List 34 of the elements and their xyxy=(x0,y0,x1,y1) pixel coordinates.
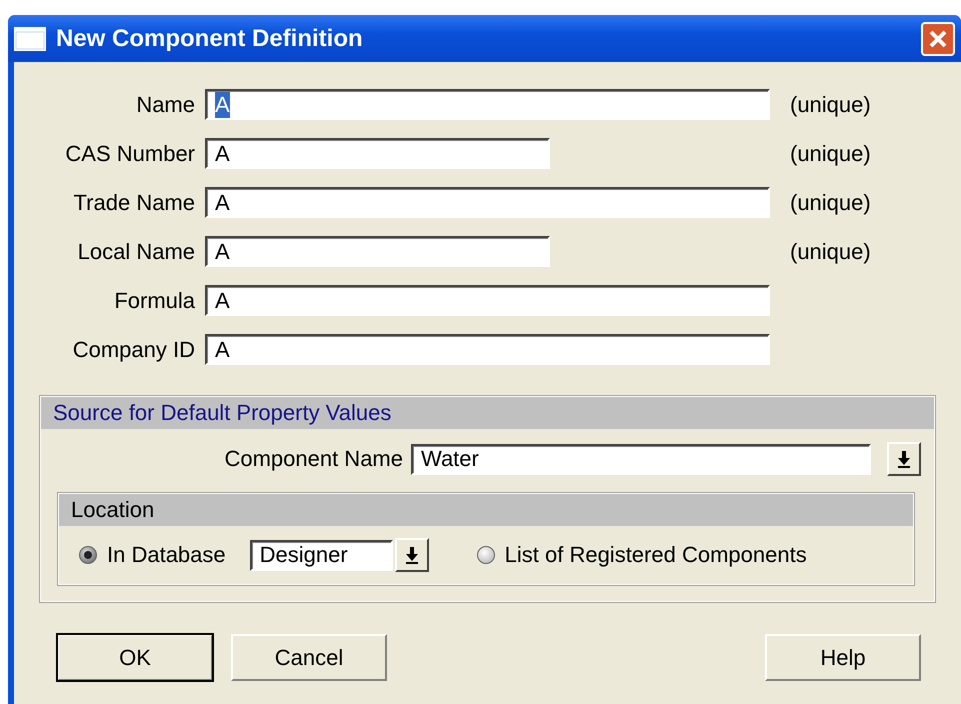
window-title: New Component Definition xyxy=(56,24,364,52)
close-icon xyxy=(929,30,947,48)
unique-note: (unique) xyxy=(790,190,871,216)
down-arrow-icon xyxy=(404,546,419,564)
field-label: Name xyxy=(135,92,195,118)
radio-option[interactable]: In Database xyxy=(79,542,226,568)
dropdown-button[interactable] xyxy=(394,538,429,572)
field-label: Local Name xyxy=(76,238,195,264)
field-label: CAS Number xyxy=(64,140,195,166)
dialog-button[interactable]: Cancel xyxy=(231,634,387,681)
component-name-field[interactable]: Water xyxy=(411,444,871,474)
text-field[interactable]: A xyxy=(205,236,550,267)
text-field[interactable]: A xyxy=(205,187,770,218)
database-field[interactable]: Designer xyxy=(250,540,393,570)
radio-option[interactable]: List of Registered Components xyxy=(476,542,807,568)
unique-note: (unique) xyxy=(790,92,871,118)
field-label: Component Name xyxy=(223,446,403,472)
group-header: Location xyxy=(59,494,913,526)
text-field[interactable]: A xyxy=(205,138,550,169)
text-field[interactable]: A xyxy=(205,285,770,316)
field-label: Formula xyxy=(113,288,195,314)
field-label: Company ID xyxy=(72,336,195,362)
close-button[interactable] xyxy=(921,22,955,56)
dropdown-button[interactable] xyxy=(887,442,921,476)
text-field[interactable]: A xyxy=(205,334,770,365)
unique-note: (unique) xyxy=(790,140,871,166)
window-icon xyxy=(14,26,46,50)
text-field[interactable]: A xyxy=(205,89,770,120)
unique-note: (unique) xyxy=(790,238,871,264)
down-arrow-icon xyxy=(897,450,911,468)
group-header: Source for Default Property Values xyxy=(41,397,934,429)
dialog-button[interactable]: OK xyxy=(57,634,213,681)
field-label: Trade Name xyxy=(72,190,195,216)
dialog-button[interactable]: Help xyxy=(765,634,921,681)
